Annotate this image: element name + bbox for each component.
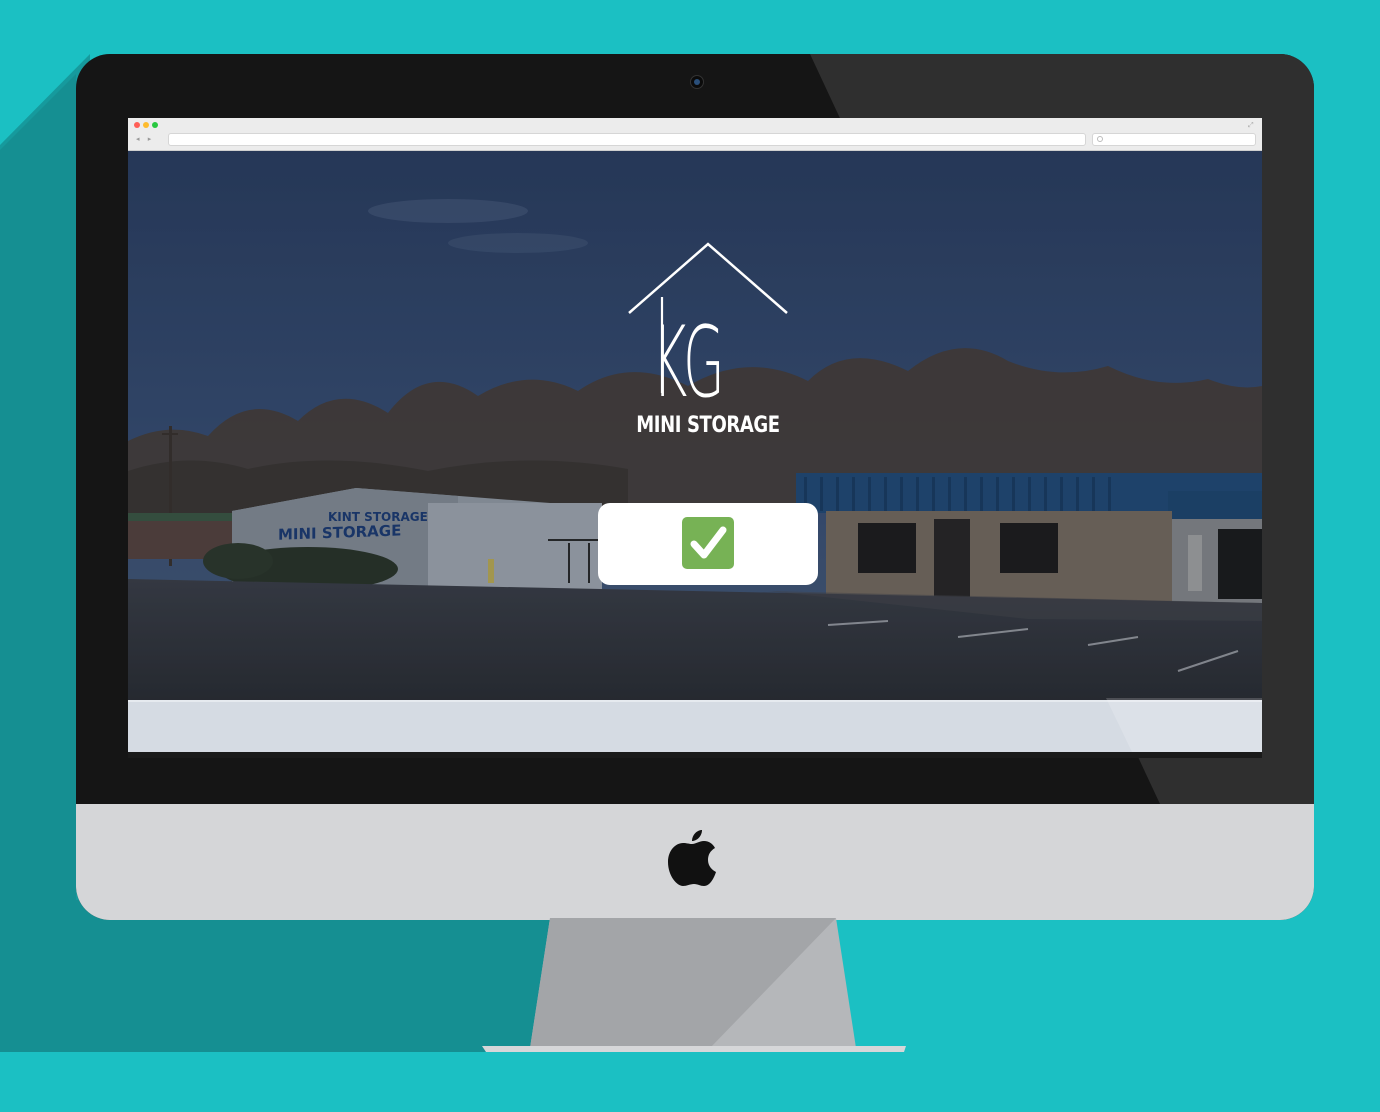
imac-monitor: ◂ ▸ ⤢ KINT STORAGE MINI STORAGE KG MINI … bbox=[76, 54, 1314, 920]
zoom-window-button[interactable] bbox=[152, 122, 158, 128]
back-forward-arrows-icon[interactable]: ◂ ▸ bbox=[136, 134, 160, 144]
close-window-button[interactable] bbox=[134, 122, 140, 128]
floor-band bbox=[0, 1052, 1380, 1112]
brand-name: MINI STORAGE bbox=[636, 413, 780, 438]
browser-search-field[interactable] bbox=[1092, 133, 1256, 146]
address-bar[interactable] bbox=[168, 133, 1086, 146]
screen: ◂ ▸ ⤢ KINT STORAGE MINI STORAGE KG MINI … bbox=[128, 118, 1262, 758]
apple-logo-icon bbox=[668, 830, 716, 886]
logo-letters: KG bbox=[652, 306, 725, 420]
fullscreen-icon[interactable]: ⤢ bbox=[1248, 121, 1256, 129]
confirmation-card bbox=[598, 503, 818, 585]
page-content-strip bbox=[128, 700, 1262, 752]
browser-toolbar: ◂ ▸ ⤢ bbox=[128, 118, 1262, 151]
monitor-stand bbox=[482, 918, 906, 1052]
hero-section: KINT STORAGE MINI STORAGE KG MINI STORAG… bbox=[128, 151, 1262, 700]
minimize-window-button[interactable] bbox=[143, 122, 149, 128]
webcam-icon bbox=[690, 75, 704, 89]
check-mark-icon bbox=[682, 517, 734, 569]
